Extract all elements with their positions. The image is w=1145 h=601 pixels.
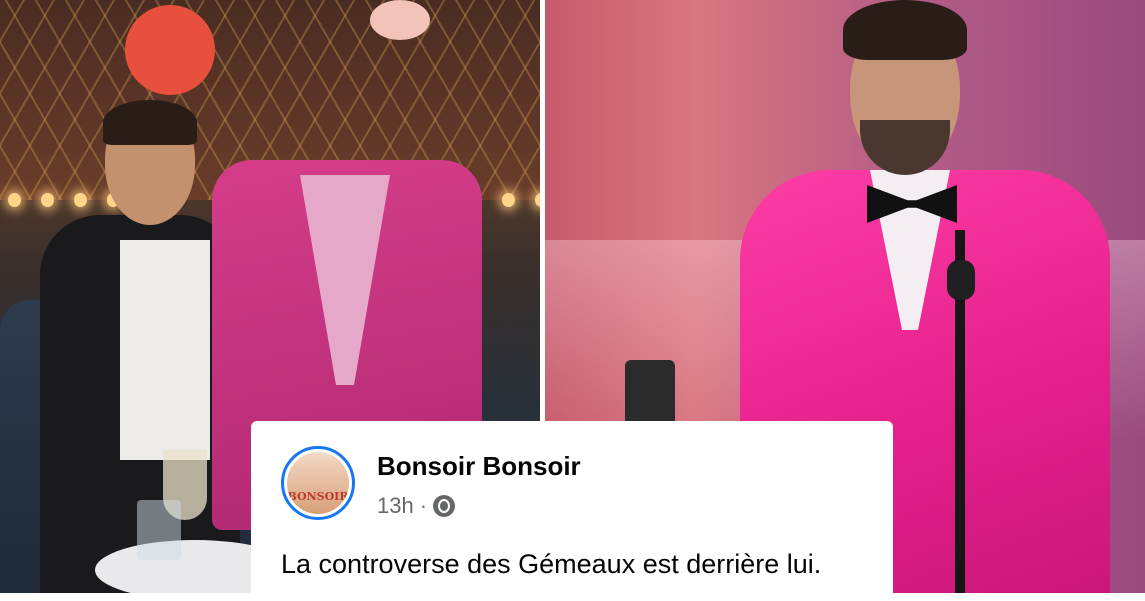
hibiscus-flower (125, 5, 215, 95)
trophy (625, 360, 675, 430)
avatar-logo-text: BONSOIR (287, 490, 349, 503)
post-text: La controverse des Gémeaux est derrière … (281, 549, 822, 579)
microphone (947, 260, 975, 300)
facebook-post-card: BONSOIR Bonsoir Bonsoir 13h · La controv… (251, 421, 893, 601)
meta-separator: · (419, 493, 428, 518)
water-glass (137, 500, 181, 560)
white-shirt (120, 240, 210, 460)
man-hair (103, 100, 197, 145)
post-time[interactable]: 13h (377, 493, 414, 519)
post-meta: 13h · (377, 493, 456, 519)
avatar-image: BONSOIR (287, 452, 349, 514)
page-name[interactable]: Bonsoir Bonsoir (377, 451, 581, 482)
flower (370, 0, 430, 40)
globe-icon (433, 495, 456, 517)
page-avatar[interactable]: BONSOIR (281, 446, 355, 520)
presenter-hair (843, 0, 967, 60)
presenter-beard (860, 120, 950, 175)
